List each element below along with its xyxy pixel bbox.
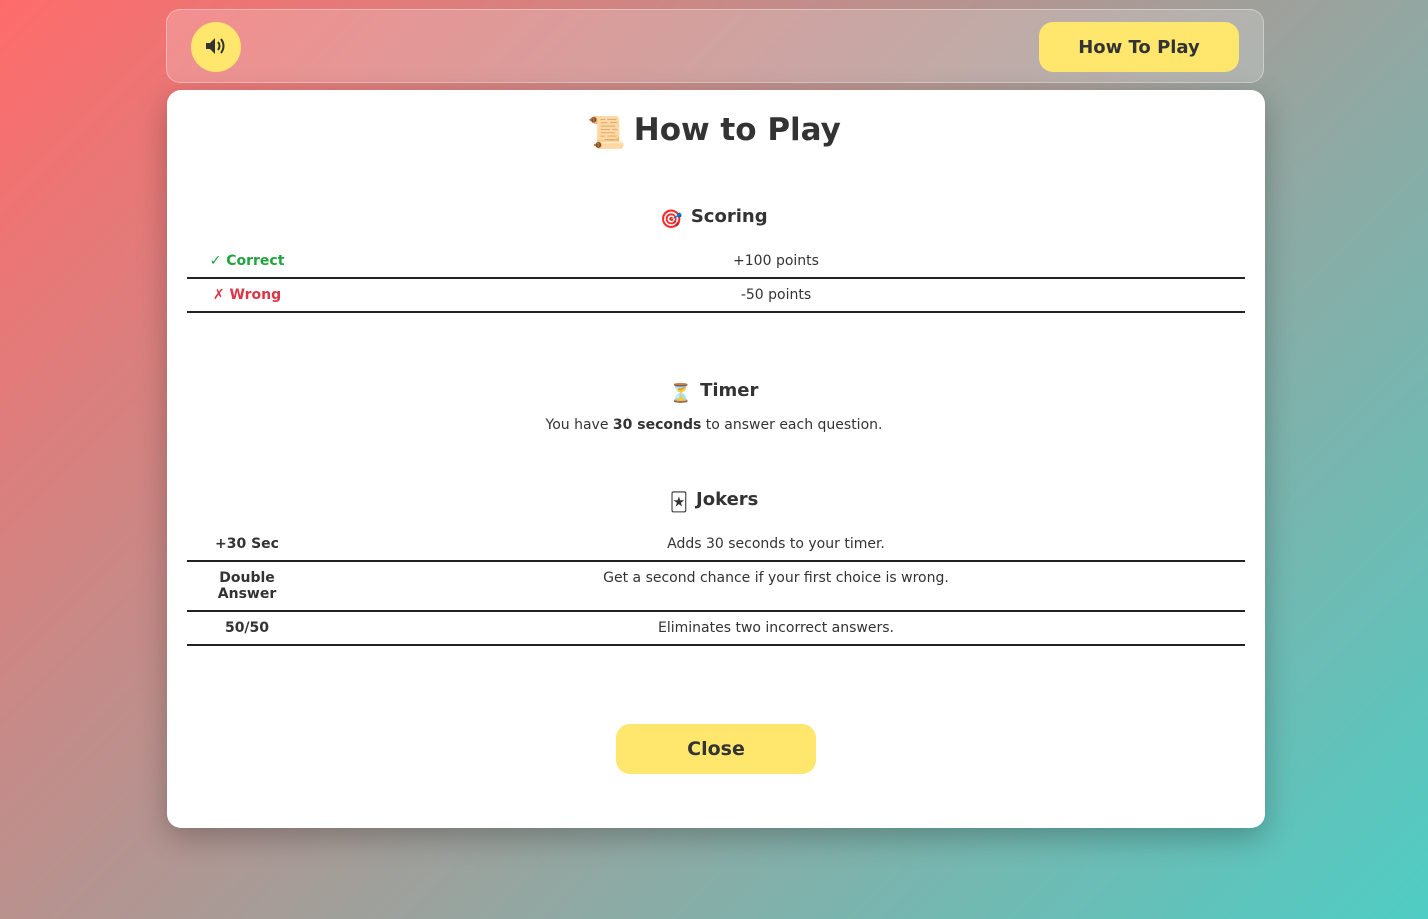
jokers-table: +30 Sec Adds 30 seconds to your timer. D… [187,528,1245,646]
table-row: Double Answer Get a second chance if you… [187,561,1245,612]
joker-value: Eliminates two incorrect answers. [307,611,1245,646]
joker-card-icon: 🃏 [669,492,689,513]
table-row: ✗ Wrong -50 points [187,278,1245,313]
timer-description: You have 30 seconds to answer each quest… [0,417,1428,433]
close-button[interactable]: Close [616,724,816,774]
scoring-key-wrong: ✗ Wrong [187,278,307,313]
table-row: +30 Sec Adds 30 seconds to your timer. [187,528,1245,562]
scoring-heading-text: Scoring [690,206,768,227]
jokers-heading: 🃏 Jokers [0,489,1428,513]
check-icon: ✓ [209,253,222,269]
scoring-key-correct: ✓ Correct [187,245,307,279]
modal-title: 📜 How to Play [0,112,1428,151]
timer-heading-text: Timer [700,380,759,401]
joker-value: Get a second chance if your first choice… [307,561,1245,612]
scoring-table: ✓ Correct +100 points ✗ Wrong -50 points [187,245,1245,313]
scoring-value: +100 points [307,245,1245,279]
scoring-key-label: Correct [226,253,285,269]
joker-key: Double Answer [187,561,307,612]
timer-text-bold: 30 seconds [612,417,702,433]
scroll-icon: 📜 [587,115,626,151]
target-icon: 🎯 [660,209,683,230]
cross-icon: ✗ [212,287,225,303]
how-to-play-button[interactable]: How To Play [1039,22,1239,72]
jokers-heading-text: Jokers [696,489,759,510]
timer-heading: ⏳ Timer [0,380,1428,404]
hourglass-icon: ⏳ [669,383,693,404]
joker-key: +30 Sec [187,528,307,562]
timer-text-before: You have [545,417,613,433]
timer-text-after: to answer each question. [701,417,883,433]
how-to-play-modal [167,90,1265,828]
scoring-heading: 🎯 Scoring [0,206,1428,230]
top-bar: How To Play [166,9,1264,83]
scoring-value: -50 points [307,278,1245,313]
modal-title-text: How to Play [633,112,841,148]
joker-key: 50/50 [187,611,307,646]
speaker-icon [205,37,227,58]
scoring-key-label: Wrong [229,287,282,303]
sound-toggle-button[interactable] [191,22,241,72]
joker-value: Adds 30 seconds to your timer. [307,528,1245,562]
table-row: ✓ Correct +100 points [187,245,1245,279]
table-row: 50/50 Eliminates two incorrect answers. [187,611,1245,646]
